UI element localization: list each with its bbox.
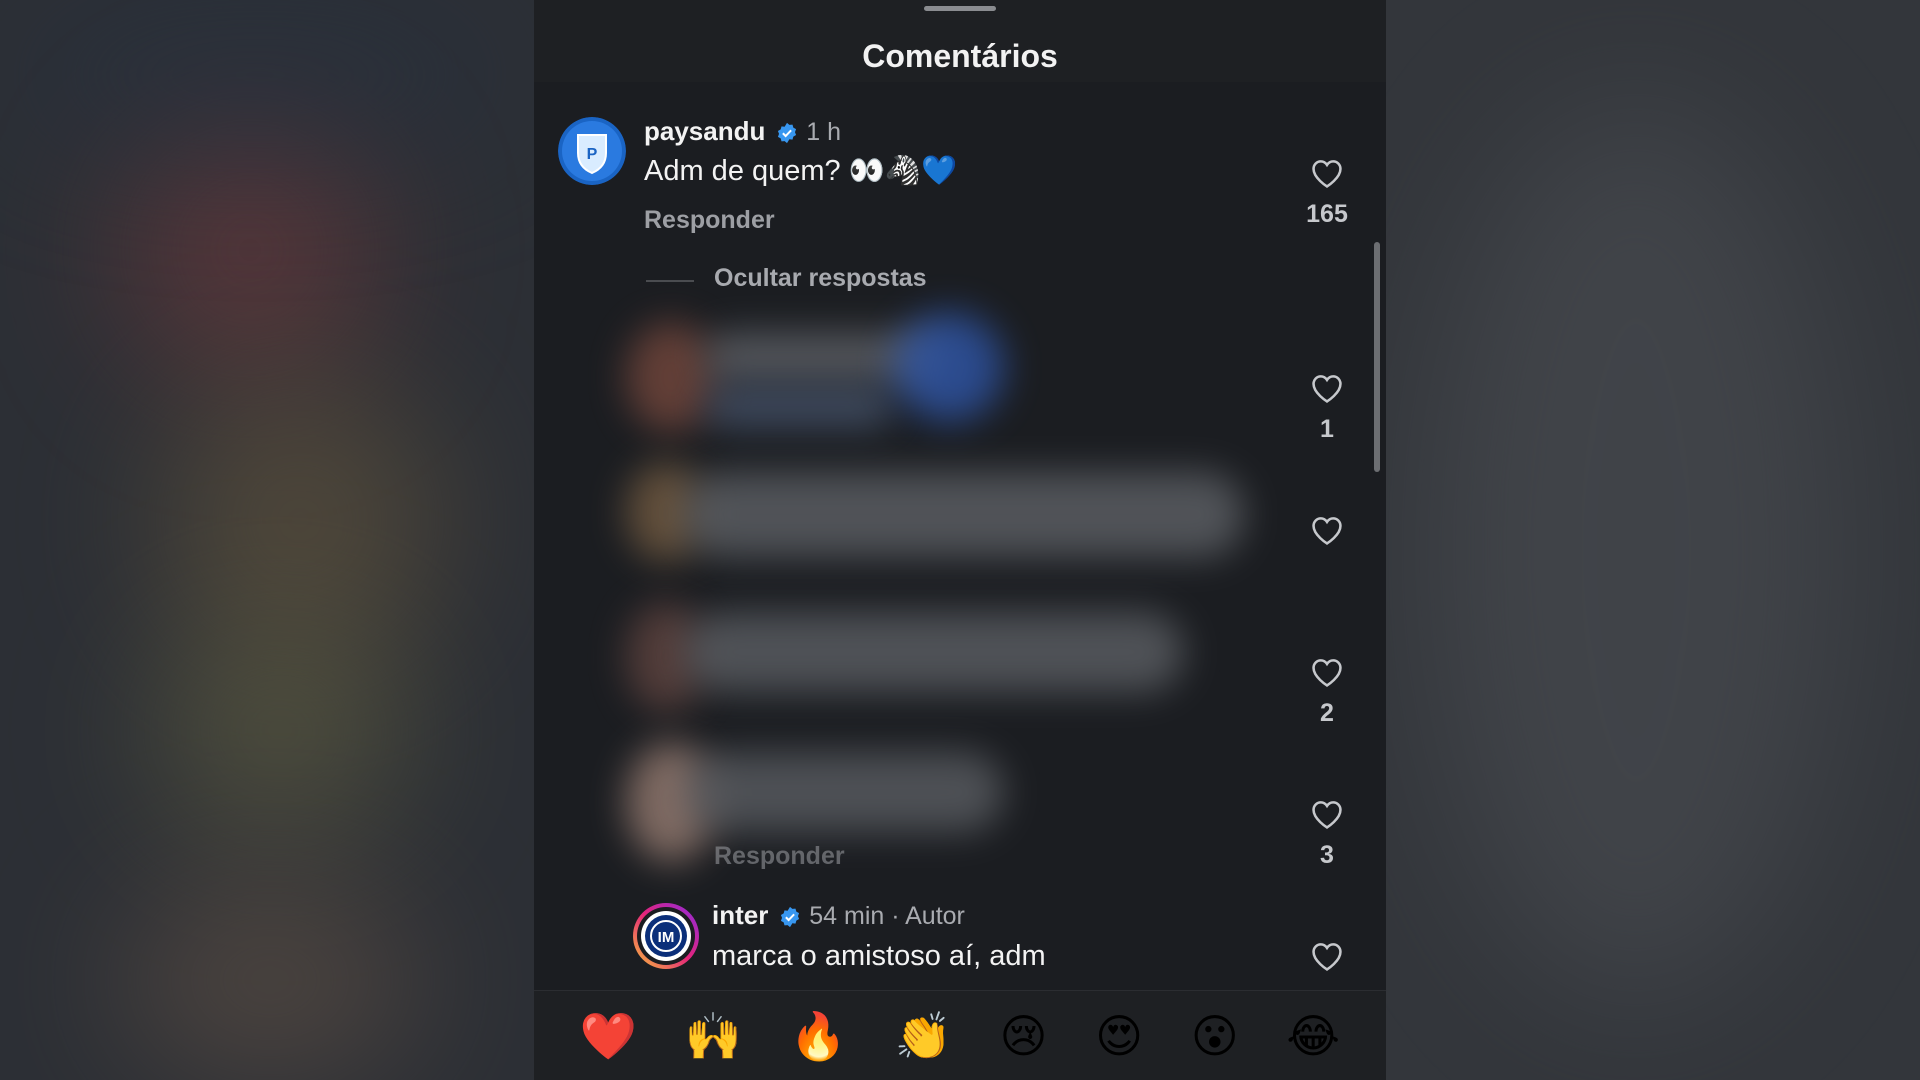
- author-reply-header: inter 54 min · Autor: [712, 900, 965, 933]
- comment-text: Adm de quem? 👀🦓💙: [644, 155, 958, 187]
- reaction-bar: ❤️ 🙌 🔥 👏 😢 😍 😮 😂: [534, 990, 1386, 1080]
- drag-handle[interactable]: [924, 6, 996, 11]
- reaction-fire[interactable]: 🔥: [790, 1013, 847, 1059]
- verified-badge-icon: [779, 906, 801, 933]
- reaction-heart[interactable]: ❤️: [580, 1013, 637, 1059]
- comment-time: 54 min · Autor: [809, 902, 965, 930]
- verified-badge-icon: [776, 122, 798, 149]
- reaction-raised-hands[interactable]: 🙌: [685, 1013, 742, 1059]
- avatar[interactable]: P: [558, 117, 626, 185]
- comment-username[interactable]: inter: [712, 900, 768, 930]
- like-count: 1: [1320, 415, 1334, 443]
- heart-icon: [1312, 517, 1342, 545]
- reply-like-button[interactable]: 1: [1297, 372, 1357, 444]
- comment-time: 1 h: [806, 118, 842, 146]
- like-count: 3: [1320, 841, 1334, 869]
- reply-like-button[interactable]: 2: [1297, 656, 1357, 728]
- heart-icon: [1312, 160, 1342, 188]
- hide-replies-button[interactable]: Ocultar respostas: [714, 264, 927, 293]
- reaction-laughing[interactable]: 😂: [1286, 1013, 1340, 1059]
- reply-button-partial[interactable]: Responder: [714, 842, 845, 871]
- like-button[interactable]: 165: [1297, 157, 1357, 229]
- comments-list[interactable]: P paysandu 1 h Adm de quem? 👀🦓💙 Responde…: [534, 82, 1386, 990]
- page-title: Comentários: [862, 38, 1058, 74]
- background-left: [0, 0, 534, 1080]
- reaction-crying[interactable]: 😢: [1000, 1013, 1048, 1059]
- reaction-surprised[interactable]: 😮: [1191, 1013, 1239, 1059]
- comment-text: marca o amistoso aí, adm: [712, 940, 1046, 972]
- heart-icon: [1312, 659, 1342, 687]
- heart-icon: [1312, 943, 1342, 971]
- like-count: 165: [1306, 200, 1348, 228]
- heart-icon: [1312, 375, 1342, 403]
- divider: [646, 280, 694, 282]
- comment-header: paysandu 1 h: [644, 116, 841, 149]
- svg-text:P: P: [587, 146, 598, 163]
- comment-username[interactable]: paysandu: [644, 116, 765, 146]
- avatar[interactable]: IM: [632, 902, 700, 970]
- reaction-heart-eyes[interactable]: 😍: [1095, 1013, 1143, 1059]
- background-right: [1386, 0, 1920, 1080]
- reply-like-button[interactable]: [1297, 514, 1357, 557]
- reaction-clap[interactable]: 👏: [895, 1013, 952, 1059]
- svg-text:IM: IM: [658, 929, 675, 946]
- scrollbar[interactable]: [1374, 242, 1380, 472]
- heart-icon: [1312, 801, 1342, 829]
- reply-button[interactable]: Responder: [644, 206, 775, 235]
- like-count: 2: [1320, 699, 1334, 727]
- comments-sheet: Comentários P paysandu 1 h Adm de quem? …: [534, 0, 1386, 1080]
- like-button[interactable]: [1297, 940, 1357, 977]
- reply-like-button[interactable]: 3: [1297, 798, 1357, 870]
